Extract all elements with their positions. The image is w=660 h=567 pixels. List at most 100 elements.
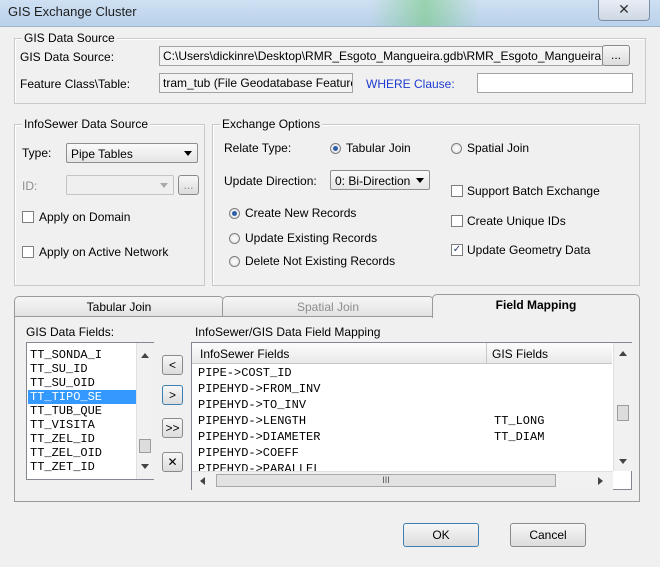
chevron-down-icon (184, 151, 192, 156)
scroll-right-icon[interactable] (598, 477, 603, 485)
scroll-thumb[interactable]: III (216, 474, 556, 487)
scroll-down-icon[interactable] (141, 464, 149, 469)
type-select[interactable]: Pipe Tables (66, 143, 198, 163)
apply-on-active-network-label: Apply on Active Network (39, 245, 169, 259)
list-item[interactable]: TT_VISITA (28, 418, 136, 432)
update-existing-records-label: Update Existing Records (245, 231, 378, 245)
list-item[interactable]: TT_TIPO_SE (28, 390, 136, 404)
feature-class-label: Feature Class\Table: (20, 77, 131, 91)
table-row[interactable]: PIPEHYD->TO_INV (198, 397, 608, 413)
cancel-button[interactable]: Cancel (510, 523, 586, 547)
update-existing-records-radio[interactable] (229, 233, 240, 244)
scroll-left-icon[interactable] (200, 477, 205, 485)
update-geometry-data-checkbox[interactable]: ✓ (451, 244, 463, 256)
scroll-thumb[interactable] (139, 439, 151, 453)
chevron-down-icon (416, 178, 424, 183)
list-item[interactable]: TT_ZEL_ID (28, 432, 136, 446)
create-unique-ids-checkbox[interactable] (451, 215, 463, 227)
gis-data-source-label: GIS Data Source: (20, 50, 115, 64)
tabular-join-label: Tabular Join (346, 141, 411, 155)
table-row[interactable]: PIPEHYD->FROM_INV (198, 381, 608, 397)
delete-not-existing-records-radio[interactable] (229, 256, 240, 267)
list-item[interactable]: TT_SONDA_I (28, 348, 136, 362)
move-all-button[interactable]: >> (162, 418, 183, 438)
apply-on-active-network-checkbox[interactable] (22, 246, 34, 258)
update-geometry-data-label: Update Geometry Data (467, 243, 591, 257)
list-item[interactable]: TT_ZET_ID (28, 460, 136, 474)
gis-data-source-group-label: GIS Data Source (22, 31, 117, 45)
column-header-gis[interactable]: GIS Fields (492, 347, 548, 361)
where-clause-input[interactable] (477, 73, 633, 93)
scroll-thumb[interactable] (617, 405, 629, 421)
tab-tabular-join[interactable]: Tabular Join (14, 296, 224, 316)
mapping-grid[interactable]: InfoSewer Fields GIS Fields PIPE->COST_I… (191, 342, 632, 490)
delete-not-existing-records-label: Delete Not Existing Records (245, 254, 396, 268)
ok-button[interactable]: OK (403, 523, 479, 547)
scroll-up-icon[interactable] (141, 353, 149, 358)
gis-data-source-field[interactable]: C:\Users\dickinre\Desktop\RMR_Esgoto_Man… (159, 46, 603, 66)
window-title: GIS Exchange Cluster (8, 4, 137, 19)
id-label: ID: (22, 179, 38, 193)
infosewer-field-cell: PIPE->COST_ID (198, 366, 292, 380)
infosewer-field-cell: PIPEHYD->LENGTH (198, 414, 307, 428)
infosewer-field-cell: PIPEHYD->COEFF (198, 446, 299, 460)
move-right-button[interactable]: > (162, 385, 183, 405)
move-left-button[interactable]: < (162, 355, 183, 375)
table-row[interactable]: PIPEHYD->COEFF (198, 445, 608, 461)
title-bar-decoration (370, 0, 480, 26)
update-direction-label: Update Direction: (224, 174, 317, 188)
support-batch-exchange-label: Support Batch Exchange (467, 184, 600, 198)
list-item[interactable]: TT_SU_OID (28, 376, 136, 390)
list-item[interactable]: TT_ZEL_OID (28, 446, 136, 460)
gis-data-fields-list[interactable]: TT_SONDA_I TT_SU_ID TT_SU_OID TT_TIPO_SE TT_… (26, 342, 154, 480)
type-label: Type: (22, 146, 52, 160)
type-select-value: Pipe Tables (71, 147, 133, 161)
column-header-infosewer[interactable]: InfoSewer Fields (200, 347, 289, 361)
tab-panel-top-border (14, 316, 432, 317)
close-button[interactable]: ✕ (598, 0, 650, 21)
table-row[interactable]: PIPEHYD->LENGTH TT_LONG (198, 413, 608, 429)
relate-type-label: Relate Type: (224, 141, 292, 155)
support-batch-exchange-checkbox[interactable] (451, 185, 463, 197)
id-select[interactable] (66, 175, 174, 195)
create-unique-ids-label: Create Unique IDs (467, 214, 566, 228)
table-row[interactable]: PIPE->COST_ID (198, 365, 608, 381)
table-row[interactable]: PIPEHYD->DIAMETER TT_DIAM (198, 429, 608, 445)
apply-on-domain-label: Apply on Domain (39, 210, 131, 224)
exchange-options-group-label: Exchange Options (220, 117, 323, 131)
spatial-join-radio[interactable] (451, 143, 462, 154)
update-direction-value: 0: Bi-Direction (335, 174, 411, 188)
feature-class-field[interactable]: tram_tub (File Geodatabase Feature (159, 73, 353, 93)
infosewer-field-cell: PIPEHYD->FROM_INV (198, 382, 321, 396)
tabular-join-radio[interactable] (330, 143, 341, 154)
mapping-vscrollbar[interactable] (613, 343, 632, 471)
create-new-records-label: Create New Records (245, 206, 357, 220)
tab-field-mapping[interactable]: Field Mapping (432, 294, 640, 318)
infosewer-field-cell: PIPEHYD->TO_INV (198, 398, 307, 412)
where-clause-label: WHERE Clause: (366, 77, 455, 91)
gis-fields-scrollbar[interactable] (136, 343, 154, 479)
column-divider (486, 343, 487, 363)
apply-on-domain-checkbox[interactable] (22, 211, 34, 223)
create-new-records-radio[interactable] (229, 208, 240, 219)
list-item[interactable]: TT_SU_ID (28, 362, 136, 376)
gis-field-cell: TT_LONG (494, 414, 545, 428)
close-icon: ✕ (618, 1, 630, 17)
spatial-join-label: Spatial Join (467, 141, 530, 155)
update-direction-select[interactable]: 0: Bi-Direction (330, 170, 430, 190)
scroll-down-icon[interactable] (619, 459, 627, 464)
gis-data-fields-label: GIS Data Fields: (26, 325, 115, 339)
mapping-label: InfoSewer/GIS Data Field Mapping (195, 325, 381, 339)
chevron-down-icon (160, 183, 168, 188)
mapping-hscrollbar[interactable]: III (192, 471, 613, 490)
gis-data-source-browse-button[interactable]: ... (602, 45, 630, 66)
tab-spatial-join[interactable]: Spatial Join (222, 296, 434, 316)
list-item[interactable]: TT_TUB_QUE (28, 404, 136, 418)
scroll-grip: III (382, 475, 390, 485)
infosewer-field-cell: PIPEHYD->DIAMETER (198, 430, 321, 444)
infosewer-data-source-group-label: InfoSewer Data Source (22, 117, 151, 131)
remove-button[interactable]: ✕ (162, 452, 183, 472)
gis-field-cell: TT_DIAM (494, 430, 545, 444)
id-browse-button[interactable]: ... (178, 175, 199, 195)
scroll-up-icon[interactable] (619, 351, 627, 356)
